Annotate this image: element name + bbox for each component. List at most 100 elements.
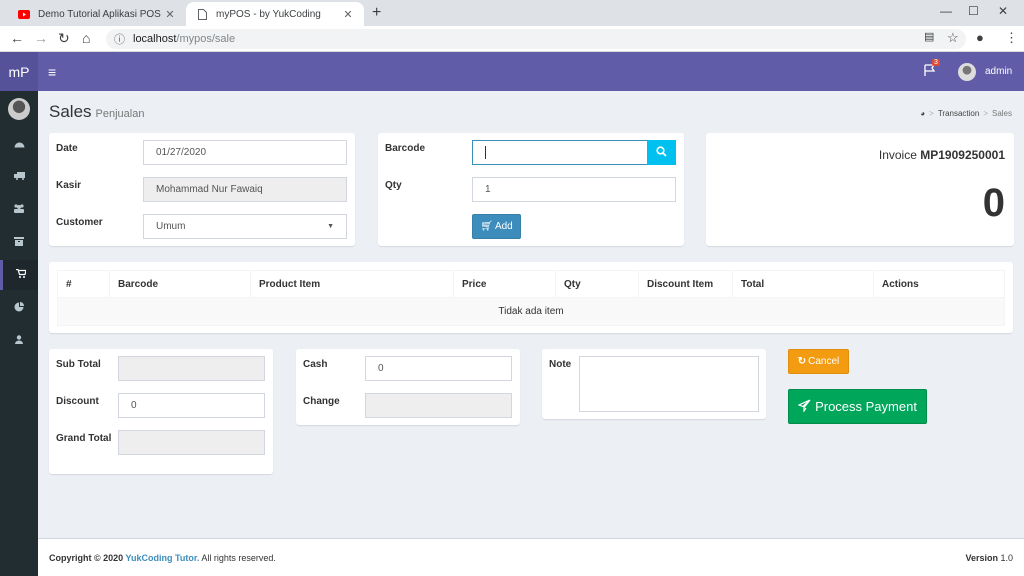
note-box: Note: [542, 349, 766, 419]
home-icon[interactable]: ⌂: [82, 30, 90, 46]
invoice-heading: Invoice MP1909250001: [879, 148, 1005, 162]
url-input[interactable]: ⓘ localhost/mypos/sale: [106, 29, 966, 49]
tab-title: myPOS - by YukCoding: [216, 8, 321, 20]
sidebar-item-customers[interactable]: [0, 195, 38, 225]
add-label: Add: [494, 221, 513, 232]
translate-icon[interactable]: ▤: [924, 30, 934, 43]
qty-input[interactable]: 1: [472, 177, 676, 202]
customer-select[interactable]: Umum ▼: [143, 214, 347, 239]
account-icon[interactable]: ●: [976, 30, 984, 45]
refresh-icon: ↻: [797, 356, 807, 367]
user-name[interactable]: admin: [985, 66, 1012, 77]
minimize-icon[interactable]: —: [940, 4, 952, 18]
app-logo[interactable]: mP: [0, 52, 38, 91]
close-icon[interactable]: ✕: [164, 8, 176, 21]
sidebar-toggle-icon[interactable]: ≡: [48, 64, 56, 80]
th-actions: Actions: [873, 270, 1005, 298]
pie-chart-icon: [14, 301, 24, 315]
sidebar-item-user[interactable]: [0, 326, 38, 356]
cancel-button[interactable]: ↻ Cancel: [788, 349, 849, 374]
cash-box: Cash 0 Change: [296, 349, 520, 425]
add-item-box: Barcode Qty 1 🛒︎ Add: [378, 133, 684, 246]
sidebar-item-suppliers[interactable]: [0, 162, 38, 192]
browser-tab-active[interactable]: myPOS - by YukCoding ✕: [186, 2, 364, 26]
archive-icon: [14, 237, 24, 249]
version: Version 1.0: [965, 553, 1013, 563]
discount-input[interactable]: 0: [118, 393, 265, 418]
grandtotal-label: Grand Total: [56, 433, 112, 444]
change-input: [365, 393, 512, 418]
table-header-row: # Barcode Product Item Price Qty Discoun…: [57, 270, 1005, 298]
customer-selected: Umum: [156, 221, 186, 232]
brand-link[interactable]: YukCoding Tutor.: [126, 553, 200, 563]
paper-plane-icon: [797, 398, 811, 415]
breadcrumb: ◕ > Transaction > Sales: [920, 109, 1012, 118]
kasir-label: Kasir: [56, 180, 82, 191]
process-payment-button[interactable]: Process Payment: [788, 389, 927, 424]
page-title-text: Sales: [49, 102, 92, 121]
sale-info-box: Date 01/27/2020 Kasir Mohammad Nur Fawai…: [49, 133, 355, 246]
url-host: localhost: [133, 33, 177, 45]
note-textarea[interactable]: [579, 356, 759, 412]
reload-icon[interactable]: ↻: [58, 30, 70, 47]
cancel-label: Cancel: [808, 356, 840, 367]
th-number: #: [57, 270, 110, 298]
menu-icon[interactable]: ⋮: [1005, 30, 1018, 46]
breadcrumb-transaction[interactable]: Transaction: [938, 109, 980, 118]
add-button[interactable]: 🛒︎ Add: [472, 214, 521, 239]
customer-label: Customer: [56, 217, 103, 228]
forward-icon[interactable]: →: [34, 30, 48, 46]
youtube-icon: [18, 8, 30, 20]
new-tab-button[interactable]: +: [372, 4, 381, 22]
barcode-input[interactable]: [472, 140, 648, 165]
sidebar-avatar: [8, 98, 30, 120]
dashboard-icon: [14, 139, 25, 151]
address-bar: ← → ↻ ⌂ ⓘ localhost/mypos/sale ▤ ☆ ● ⋮: [0, 26, 1024, 52]
browser-tab[interactable]: Demo Tutorial Aplikasi POS (Po ✕: [8, 2, 186, 26]
invoice-number: MP1909250001: [920, 148, 1005, 162]
cash-input[interactable]: 0: [365, 356, 512, 381]
users-icon: [13, 204, 25, 216]
cart-table-wrap: # Barcode Product Item Price Qty Discoun…: [57, 270, 1005, 326]
browser-tabbar: Demo Tutorial Aplikasi POS (Po ✕ myPOS -…: [0, 0, 1024, 26]
url-path: /mypos/sale: [176, 33, 236, 45]
copyright-text: Copyright © 2020: [49, 553, 126, 563]
copyright: Copyright © 2020 YukCoding Tutor. All ri…: [49, 553, 276, 563]
totals-box: Sub Total Discount 0 Grand Total: [49, 349, 273, 474]
subtotal-input: [118, 356, 265, 381]
back-icon[interactable]: ←: [10, 30, 24, 46]
sidebar-item-reports[interactable]: [0, 293, 38, 323]
th-product: Product Item: [250, 270, 454, 298]
sidebar-item-transaction[interactable]: [0, 260, 38, 290]
change-label: Change: [303, 396, 340, 407]
discount-label: Discount: [56, 396, 99, 407]
sidebar-item-dashboard[interactable]: [0, 130, 38, 160]
grandtotal-input: [118, 430, 265, 455]
text-cursor: [485, 146, 486, 159]
sidebar-item-products[interactable]: [0, 228, 38, 258]
footer: Copyright © 2020 YukCoding Tutor. All ri…: [38, 538, 1024, 576]
cart-box: # Barcode Product Item Price Qty Discoun…: [49, 262, 1013, 333]
page-subtitle: Penjualan: [95, 108, 145, 120]
page-title: Sales Penjualan: [49, 102, 144, 122]
rights-text: All rights reserved.: [199, 553, 276, 563]
th-qty: Qty: [555, 270, 639, 298]
star-icon[interactable]: ☆: [947, 30, 959, 46]
flag-icon[interactable]: [924, 64, 936, 79]
truck-icon: [13, 171, 25, 183]
close-icon[interactable]: ✕: [342, 8, 354, 21]
dashboard-icon[interactable]: ◕: [920, 109, 925, 118]
date-input[interactable]: 01/27/2020: [143, 140, 347, 165]
note-label: Note: [549, 359, 572, 370]
user-avatar[interactable]: [958, 63, 976, 81]
top-navbar: ≡ 3 admin: [38, 52, 1024, 91]
tab-title: Demo Tutorial Aplikasi POS (Po: [38, 8, 164, 20]
empty-message: Tidak ada item: [57, 297, 1005, 326]
subtotal-label: Sub Total: [56, 359, 101, 370]
search-barcode-button[interactable]: [647, 140, 676, 165]
window-close-icon[interactable]: ✕: [998, 4, 1008, 18]
empty-row: Tidak ada item: [57, 297, 1005, 326]
qty-label: Qty: [385, 180, 402, 191]
dropdown-arrow-icon: ▼: [327, 223, 334, 230]
maximize-icon[interactable]: ☐: [968, 4, 979, 18]
